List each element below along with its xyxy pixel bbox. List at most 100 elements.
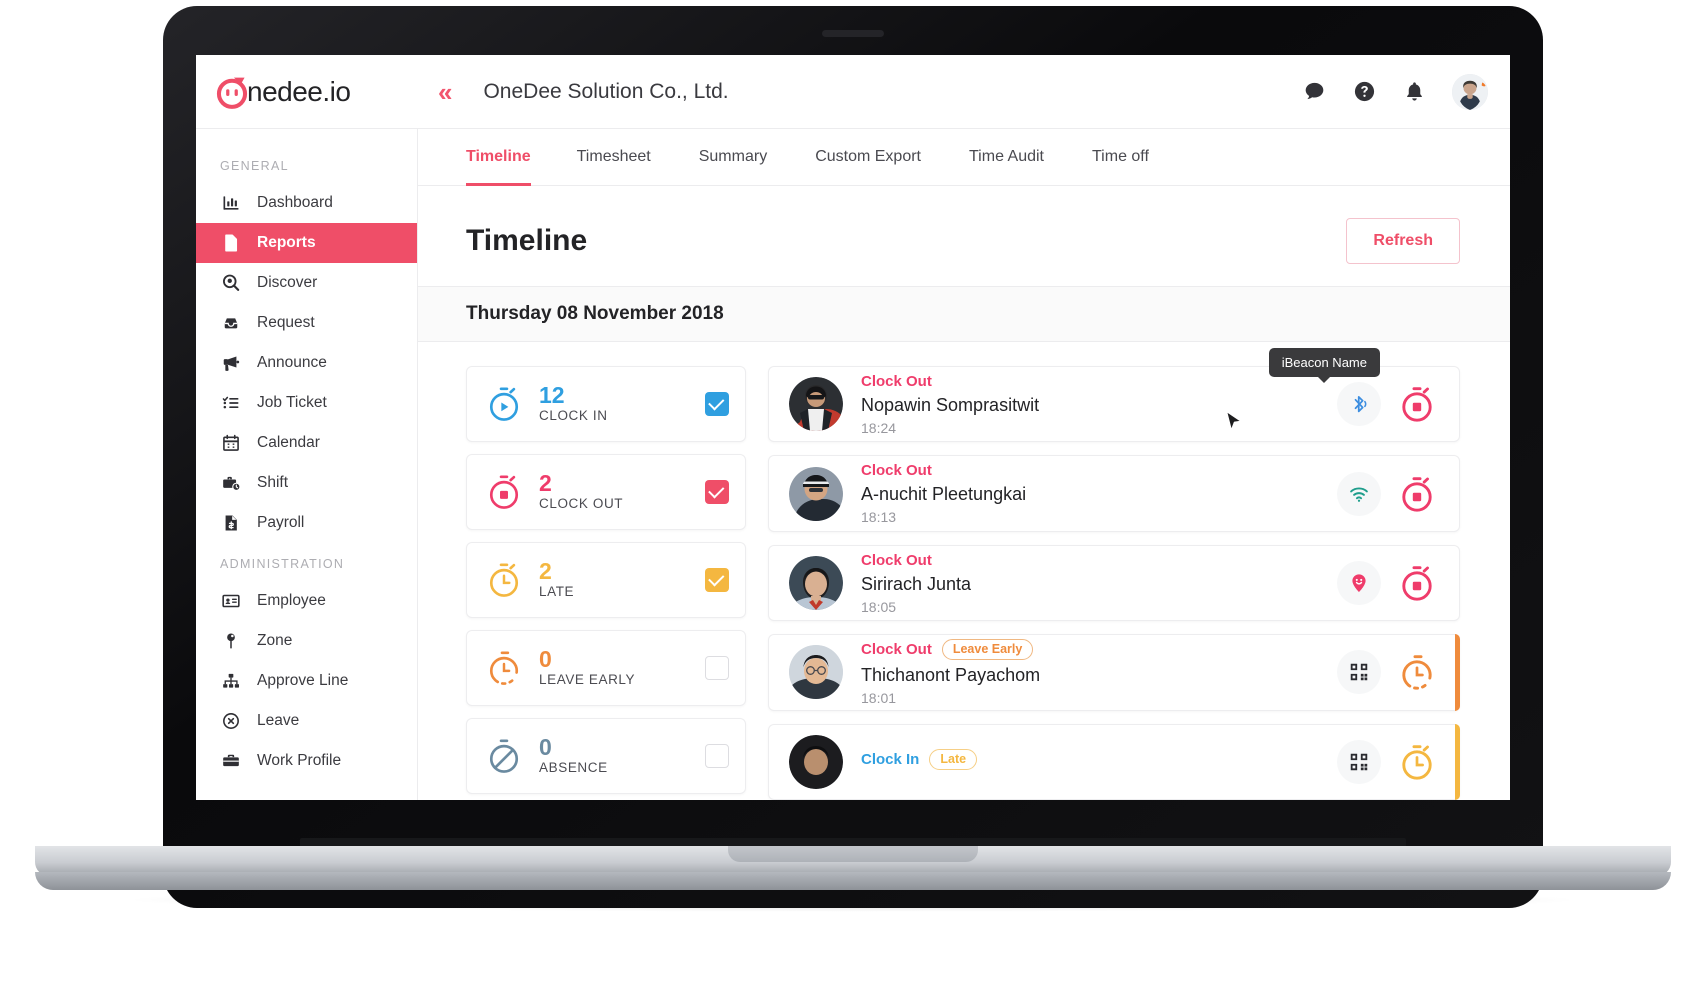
sidebar-item-label: Request xyxy=(257,314,315,331)
stat-label: ABSENCE xyxy=(539,760,608,776)
timeline-list: iBeacon Name Clock Out Nopawin Somprasit… xyxy=(768,348,1460,800)
qr-code-icon[interactable] xyxy=(1337,650,1381,695)
sidebar-item-shift[interactable]: Shift xyxy=(196,463,417,503)
timeline-entry[interactable]: Clock In Late xyxy=(768,723,1460,800)
stat-text: 0 LEAVE EARLY xyxy=(539,647,705,689)
help-icon[interactable] xyxy=(1352,80,1376,104)
stat-label: CLOCK OUT xyxy=(539,496,624,512)
entry-actions xyxy=(1337,739,1445,784)
avatar xyxy=(789,645,843,700)
stopwatch-stop-icon xyxy=(1395,472,1439,516)
avatar xyxy=(789,377,843,432)
tab-timesheet[interactable]: Timesheet xyxy=(553,128,675,186)
bell-icon[interactable] xyxy=(1402,80,1426,104)
sidebar-item-employee[interactable]: Employee xyxy=(196,581,417,621)
sidebar-item-reports[interactable]: Reports xyxy=(196,223,417,263)
tab-timeline[interactable]: Timeline xyxy=(466,128,553,186)
tab-summary[interactable]: Summary xyxy=(675,128,791,186)
sidebar-item-job-ticket[interactable]: Job Ticket xyxy=(196,383,417,423)
sidebar-item-dashboard[interactable]: Dashboard xyxy=(196,183,417,223)
stat-checkbox-clock-out[interactable] xyxy=(705,480,729,504)
app-logo[interactable]: nedee.io xyxy=(196,74,418,110)
stat-text: 12 CLOCK IN xyxy=(539,383,705,425)
bluetooth-icon[interactable] xyxy=(1337,382,1381,427)
entry-info: Clock Out Sirirach Junta 18:05 xyxy=(861,552,1337,615)
stat-value: 2 xyxy=(539,469,552,496)
stat-card-leave-early[interactable]: 0 LEAVE EARLY xyxy=(466,630,746,706)
stat-value: 2 xyxy=(539,557,552,584)
sidebar-item-leave[interactable]: Leave xyxy=(196,701,417,741)
sidebar-item-announce[interactable]: Announce xyxy=(196,343,417,383)
laptop-camera xyxy=(822,30,884,37)
tab-time-audit[interactable]: Time Audit xyxy=(945,128,1068,186)
sidebar-item-request[interactable]: Request xyxy=(196,303,417,343)
sidebar-item-calendar[interactable]: Calendar xyxy=(196,423,417,463)
refresh-button[interactable]: Refresh xyxy=(1346,218,1460,264)
sidebar-item-label: Discover xyxy=(257,274,318,291)
entry-info: Clock Out Nopawin Somprasitwit 18:24 xyxy=(861,373,1337,436)
entry-type: Clock Out xyxy=(861,462,932,480)
suitcase-icon xyxy=(220,750,242,772)
stat-checkbox-clock-in[interactable] xyxy=(705,392,729,416)
avatar[interactable] xyxy=(1452,73,1488,110)
laptop-base-lip xyxy=(35,872,1671,890)
timeline-entry[interactable]: Clock Out Nopawin Somprasitwit 18:24 xyxy=(768,366,1460,443)
onedee-smiley-logo-icon xyxy=(214,74,250,110)
logo-text: nedee.io xyxy=(247,75,351,107)
sidebar-item-approve-line[interactable]: Approve Line xyxy=(196,661,417,701)
sidebar: GENERAL Dashboard Reports Discover Reque… xyxy=(196,128,418,800)
stopwatch-early-icon xyxy=(485,649,523,687)
stopwatch-early-icon xyxy=(1395,650,1439,694)
entry-name: Thichanont Payachom xyxy=(861,664,1041,685)
entry-time: 18:05 xyxy=(861,598,897,615)
stat-card-late[interactable]: 2 LATE xyxy=(466,542,746,618)
sidebar-item-discover[interactable]: Discover xyxy=(196,263,417,303)
stat-label: LEAVE EARLY xyxy=(539,672,636,688)
x-circle-icon xyxy=(220,710,242,732)
sidebar-item-zone[interactable]: Zone xyxy=(196,621,417,661)
stat-checkbox-absence[interactable] xyxy=(705,744,729,768)
sidebar-collapse-button[interactable]: « xyxy=(438,79,453,105)
app-body: GENERAL Dashboard Reports Discover Reque… xyxy=(196,128,1510,800)
stat-card-absence[interactable]: 0 ABSENCE xyxy=(466,718,746,794)
status-badge: Leave Early xyxy=(941,638,1034,660)
chat-icon[interactable] xyxy=(1302,80,1326,104)
entry-actions xyxy=(1337,650,1445,695)
mouse-cursor xyxy=(1222,409,1248,440)
sidebar-item-payroll[interactable]: Payroll xyxy=(196,503,417,543)
payroll-icon xyxy=(220,512,242,534)
entry-type-row: Clock In Late xyxy=(861,748,1337,770)
sidebar-item-work-profile[interactable]: Work Profile xyxy=(196,741,417,781)
avatar xyxy=(789,556,843,611)
page-header: Timeline Refresh xyxy=(418,186,1510,286)
entry-name: Nopawin Somprasitwit xyxy=(861,394,1040,415)
sidebar-item-label: Dashboard xyxy=(257,194,333,211)
timeline-entry[interactable]: Clock Out Sirirach Junta 18:05 xyxy=(768,544,1460,622)
entry-type: Clock Out xyxy=(861,551,932,569)
onedee-app: nedee.io « OneDee Solution Co., Ltd. GEN… xyxy=(196,55,1510,800)
id-card-icon xyxy=(220,590,242,612)
hierarchy-icon xyxy=(220,670,242,692)
qr-code-icon[interactable] xyxy=(1337,739,1381,784)
stat-value: 12 xyxy=(539,381,565,408)
tab-custom-export[interactable]: Custom Export xyxy=(791,128,945,186)
stat-text: 2 CLOCK OUT xyxy=(539,471,705,513)
sidebar-item-label: Payroll xyxy=(257,514,305,531)
stat-checkbox-late[interactable] xyxy=(705,568,729,592)
stopwatch-absent-icon xyxy=(485,737,523,775)
timeline-entry[interactable]: Clock Out Leave Early Thichanont Payacho… xyxy=(768,634,1460,712)
stat-card-clock-out[interactable]: 2 CLOCK OUT xyxy=(466,454,746,530)
sidebar-item-label: Announce xyxy=(257,354,327,371)
sidebar-item-label: Reports xyxy=(257,234,316,251)
stopwatch-stop-icon xyxy=(1395,561,1439,605)
avatar xyxy=(789,734,843,789)
tab-time-off[interactable]: Time off xyxy=(1068,128,1173,186)
timeline-entry[interactable]: Clock Out A-nuchit Pleetungkai 18:13 xyxy=(768,455,1460,532)
wifi-icon[interactable] xyxy=(1337,471,1381,516)
stat-card-clock-in[interactable]: 12 CLOCK IN xyxy=(466,366,746,442)
map-pin-smile-icon[interactable] xyxy=(1337,561,1381,606)
stat-checkbox-leave-early[interactable] xyxy=(705,656,729,680)
entry-type-row: Clock Out Leave Early xyxy=(861,638,1337,660)
stopwatch-stop-icon xyxy=(1395,382,1439,426)
sidebar-item-label: Work Profile xyxy=(257,752,342,769)
